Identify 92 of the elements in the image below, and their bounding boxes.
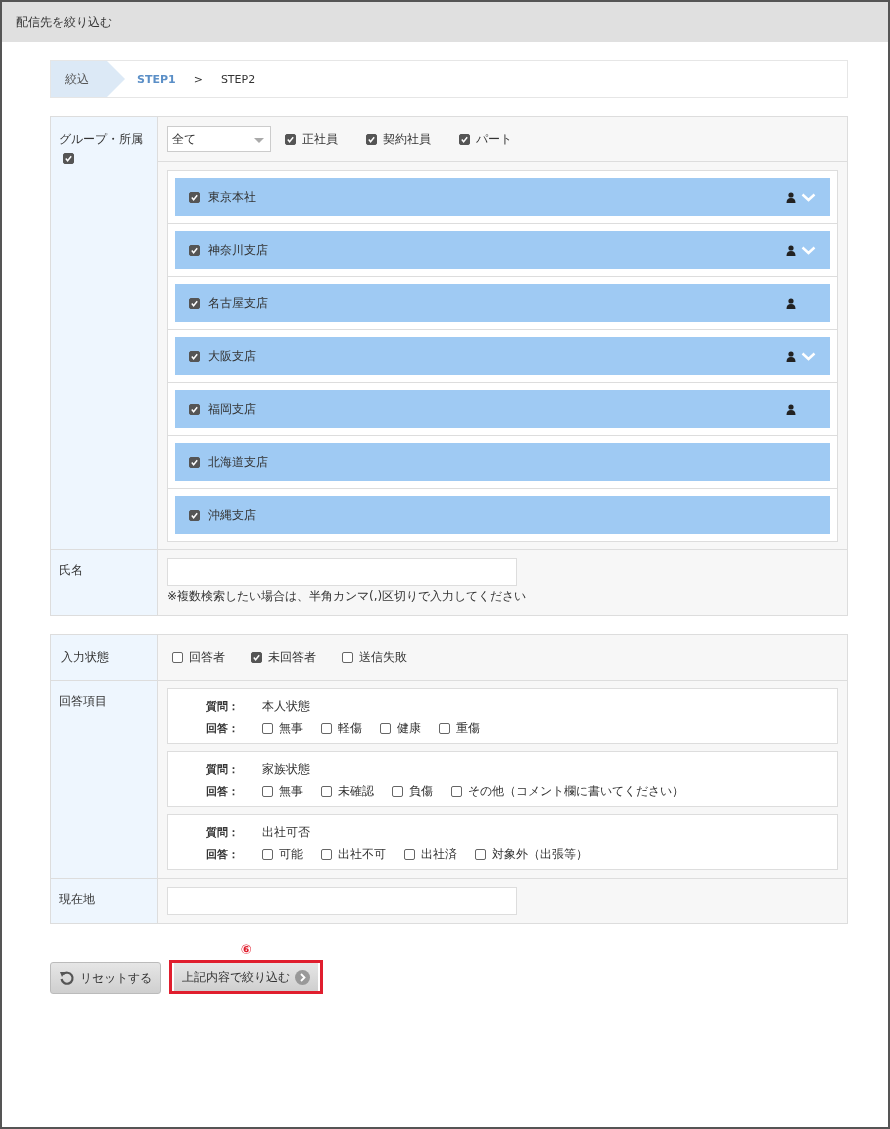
checkbox-label: 無事 (279, 783, 303, 800)
checkbox[interactable] (475, 849, 486, 860)
caret-icon (254, 138, 264, 143)
group-name: 大阪支店 (208, 347, 257, 365)
group-item[interactable]: 東京本社 (175, 178, 830, 216)
checkbox[interactable] (392, 786, 403, 797)
checkbox[interactable] (321, 849, 332, 860)
person-icon[interactable] (786, 350, 796, 362)
checkbox-label: 未回答者 (268, 649, 316, 666)
checkbox[interactable] (366, 133, 377, 145)
checkbox[interactable] (251, 652, 262, 663)
group-item[interactable]: 大阪支店 (175, 337, 830, 375)
arrow-right-icon (295, 969, 310, 985)
checkbox[interactable] (189, 509, 200, 521)
group-item[interactable]: 神奈川支店 (175, 231, 830, 269)
field-label: 氏名 (59, 563, 83, 577)
checkbox[interactable] (285, 133, 296, 145)
step-label: STEP1 (137, 72, 176, 86)
annotation-number: ⑥ (240, 942, 252, 958)
checkbox[interactable] (459, 133, 470, 145)
group-item[interactable]: 福岡支店 (175, 390, 830, 428)
answer-label: 回答： (206, 721, 240, 736)
checkbox[interactable] (63, 153, 74, 164)
breadcrumb-separator: > (193, 72, 203, 86)
group-name: 神奈川支店 (208, 241, 269, 259)
question-text: 家族状態 (262, 761, 310, 778)
group-item[interactable]: 北海道支店 (175, 443, 830, 481)
checkbox[interactable] (189, 350, 200, 362)
checkbox-label: 軽傷 (338, 720, 362, 737)
group-name: 福岡支店 (208, 400, 257, 418)
checkbox-label: 契約社員 (383, 130, 431, 148)
person-icon[interactable] (786, 244, 796, 256)
group-select[interactable]: 全て (167, 126, 271, 152)
checkbox[interactable] (189, 191, 200, 203)
checkbox-label: 重傷 (456, 720, 480, 737)
question-label: 質問： (206, 825, 240, 840)
checkbox[interactable] (321, 786, 332, 797)
question-text: 出社可否 (262, 824, 310, 841)
checkbox-label: 出社不可 (338, 846, 386, 863)
apply-filter-button[interactable]: 上記内容で絞り込む (174, 963, 318, 991)
checkbox-label: 出社済 (421, 846, 457, 863)
field-label: 現在地 (59, 892, 95, 906)
checkbox-label: 対象外（出張等） (492, 846, 588, 863)
person-icon[interactable] (786, 191, 796, 203)
question-text: 本人状態 (262, 698, 310, 715)
group-name: 北海道支店 (208, 453, 269, 471)
checkbox-label: 無事 (279, 720, 303, 737)
checkbox[interactable] (189, 244, 200, 256)
question-label: 質問： (206, 699, 240, 714)
checkbox[interactable] (262, 849, 273, 860)
group-name: 沖縄支店 (208, 506, 257, 524)
checkbox[interactable] (321, 723, 332, 734)
checkbox-label: 負傷 (409, 783, 433, 800)
checkbox-label: 未確認 (338, 783, 374, 800)
answer-label: 回答： (206, 784, 240, 799)
checkbox[interactable] (439, 723, 450, 734)
checkbox[interactable] (189, 456, 200, 468)
group-item[interactable]: 名古屋支店 (175, 284, 830, 322)
step-label: STEP2 (220, 72, 256, 86)
answer-label: 回答： (206, 847, 240, 862)
group-item[interactable]: 沖縄支店 (175, 496, 830, 534)
window-title: 配信先を絞り込む (16, 13, 112, 31)
checkbox-label: パート (476, 130, 512, 148)
checkbox[interactable] (342, 652, 353, 663)
checkbox-label: その他（コメント欄に書いてください） (468, 783, 684, 800)
field-label: 入力状態 (61, 650, 109, 664)
checkbox-label: 回答者 (189, 649, 225, 666)
checkbox[interactable] (404, 849, 415, 860)
reset-icon (59, 970, 75, 986)
breadcrumb-current: 絞込 (51, 61, 125, 97)
person-icon[interactable] (786, 403, 796, 415)
field-label: グループ・所属 (59, 132, 143, 146)
group-name: 名古屋支店 (208, 294, 269, 312)
checkbox[interactable] (262, 786, 273, 797)
checkbox-label: 可能 (279, 846, 303, 863)
checkbox[interactable] (189, 297, 200, 309)
reset-button[interactable]: リセットする (50, 962, 161, 994)
input-hint: ※複数検索したい場合は、半角カンマ(,)区切りで入力してください (167, 588, 528, 605)
checkbox-label: 正社員 (302, 130, 338, 148)
checkbox[interactable] (172, 652, 183, 663)
group-name: 東京本社 (208, 188, 257, 206)
person-icon[interactable] (786, 297, 796, 309)
name-input-field[interactable] (167, 558, 517, 586)
checkbox-label: 送信失敗 (359, 649, 407, 666)
question-label: 質問： (206, 762, 240, 777)
checkbox[interactable] (262, 723, 273, 734)
checkbox[interactable] (189, 403, 200, 415)
checkbox[interactable] (380, 723, 391, 734)
checkbox[interactable] (451, 786, 462, 797)
location-input-field[interactable] (167, 887, 517, 915)
field-label: 回答項目 (59, 694, 107, 708)
checkbox-label: 健康 (397, 720, 421, 737)
